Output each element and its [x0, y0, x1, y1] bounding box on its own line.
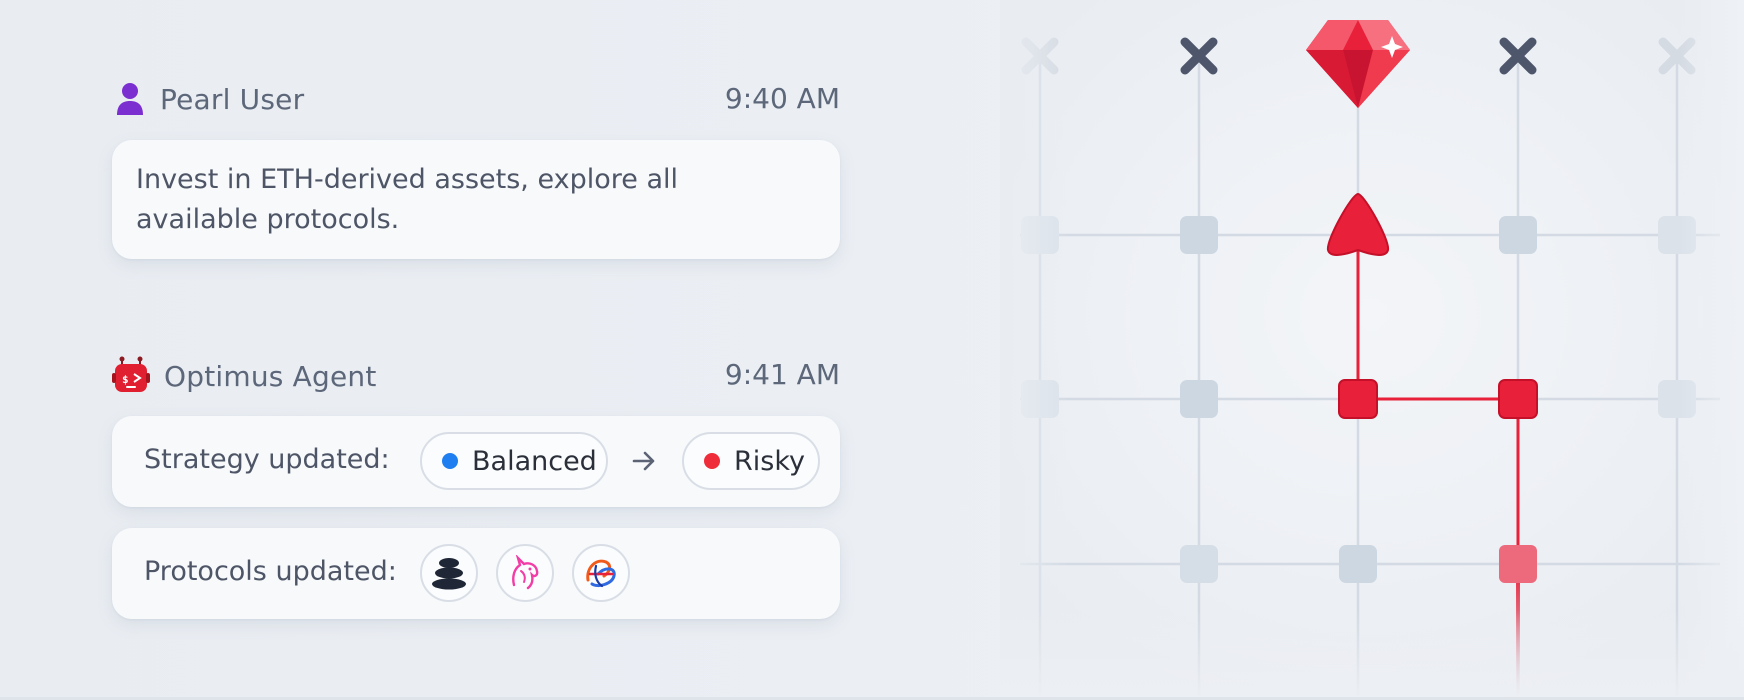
agent-name: Optimus Agent [164, 359, 377, 393]
user-name: Pearl User [160, 82, 305, 116]
strategy-card: Strategy updated: Balanced Risky [112, 416, 840, 507]
chat-canvas: Pearl User 9:40 AM Invest in ETH-derived… [0, 0, 1744, 700]
strategy-from-pill[interactable]: Balanced [420, 432, 608, 490]
strategy-to-pill[interactable]: Risky [682, 432, 820, 490]
person-icon [117, 83, 143, 115]
svg-text:$: $ [122, 373, 129, 386]
protocols-card: Protocols updated: [112, 528, 840, 619]
robot-icon: $ [112, 356, 150, 392]
risky-dot-icon [704, 453, 720, 469]
strategy-label: Strategy updated: [144, 444, 390, 475]
balanced-dot-icon [442, 453, 458, 469]
strategy-path-illustration [1000, 0, 1744, 700]
user-message-bubble: Invest in ETH-derived assets, explore al… [112, 140, 840, 259]
strategy-to-label: Risky [734, 445, 805, 477]
agent-message-header: $ Optimus Agent [112, 356, 377, 396]
protocols-label: Protocols updated: [144, 556, 397, 587]
strategy-from-label: Balanced [472, 445, 597, 477]
user-message-time: 9:40 AM [724, 82, 840, 115]
arrow-right-icon [632, 451, 655, 471]
stacked-coins-icon[interactable] [420, 544, 478, 602]
unicorn-icon[interactable] [496, 544, 554, 602]
agent-message-time: 9:41 AM [724, 358, 840, 391]
user-message-header: Pearl User [116, 82, 304, 116]
user-message-text: Invest in ETH-derived assets, explore al… [136, 164, 678, 235]
balancer-swirl-icon[interactable] [572, 544, 630, 602]
